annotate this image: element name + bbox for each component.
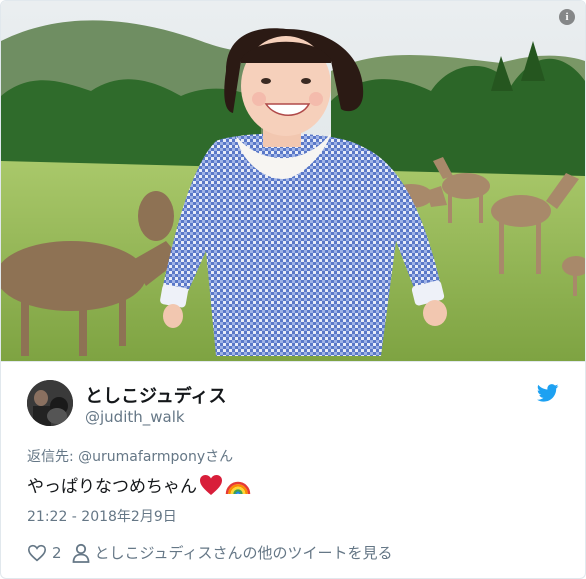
- heart-emoji-icon: [200, 474, 222, 495]
- display-name[interactable]: としこジュディス: [85, 382, 226, 408]
- username[interactable]: @judith_walk: [85, 408, 185, 426]
- avatar[interactable]: [27, 380, 73, 426]
- tweet-text-content: やっぱりなつめちゃん: [27, 477, 197, 497]
- heart-icon: [27, 544, 47, 561]
- like-action[interactable]: 2: [27, 544, 62, 562]
- more-tweets-link[interactable]: としこジュディスさんの他のツイートを見る: [72, 542, 393, 563]
- reply-label: 返信先:: [27, 449, 74, 465]
- tweet-actions: 2 としこジュディスさんの他のツイートを見る: [27, 542, 392, 563]
- tweet-photo[interactable]: i: [1, 1, 585, 361]
- info-icon[interactable]: i: [559, 9, 575, 25]
- more-tweets-label: としこジュディスさんの他のツイートを見る: [94, 544, 393, 562]
- person-icon: [72, 543, 89, 563]
- rainbow-icon: [225, 481, 251, 494]
- photo-scene: [1, 1, 585, 361]
- reply-to-line: 返信先: @urumafarmponyさん: [27, 446, 233, 466]
- like-count: 2: [52, 543, 62, 562]
- twitter-bird-icon[interactable]: [537, 384, 559, 402]
- reply-handle-link[interactable]: @urumafarmponyさん: [78, 449, 233, 465]
- tweet-text: やっぱりなつめちゃん: [27, 472, 251, 497]
- tweet-timestamp[interactable]: 21:22 - 2018年2月9日: [27, 506, 177, 526]
- avatar-image: [27, 380, 73, 426]
- tweet-card: i としこジュディス @judith_walk 返信先: @urumafarmp…: [0, 0, 586, 579]
- tweet-body: としこジュディス @judith_walk 返信先: @urumafarmpon…: [1, 361, 585, 578]
